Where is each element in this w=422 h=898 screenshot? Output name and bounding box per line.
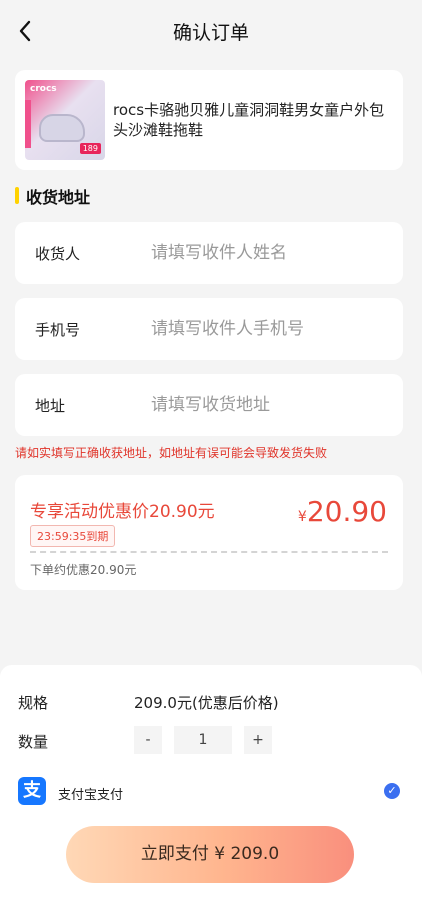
product-name: rocs卡骆驰贝雅儿童洞洞鞋男女童户外包头沙滩鞋拖鞋 [113, 101, 385, 139]
brand-logo-text: crocs [30, 84, 57, 94]
qty-plus-button[interactable]: + [244, 726, 272, 754]
promo-note: 下单约优惠20.90元 [30, 563, 137, 577]
promo-card: 专享活动优惠价20.90元 23:59:35到期 ¥20.90 下单约优惠20.… [15, 475, 403, 590]
receiver-name-input[interactable] [151, 236, 391, 270]
price-amount: 20.90 [306, 495, 387, 528]
promo-price: ¥20.90 [298, 495, 387, 528]
pay-now-button[interactable]: 立即支付 ¥ 209.0 [66, 826, 354, 883]
section-title-text: 收货地址 [26, 188, 91, 207]
phone-input[interactable] [151, 312, 391, 346]
dashed-divider [30, 551, 388, 553]
address-warning: 请如实填写正确收获地址，如地址有误可能会导致发货失败 [15, 446, 328, 460]
product-thumbnail: crocs 189 [25, 80, 105, 160]
promo-countdown: 23:59:35到期 [30, 525, 116, 547]
price-currency: ¥ [297, 509, 307, 525]
spec-value: 209.0元(优惠后价格) [134, 694, 279, 712]
promo-title: 专享活动优惠价20.90元 [30, 502, 215, 522]
page-title: 确认订单 [172, 22, 249, 44]
address-input[interactable] [151, 388, 391, 422]
address-field: 地址 [15, 374, 403, 436]
spec-label: 规格 [18, 694, 49, 712]
alipay-icon: 支 [18, 777, 46, 805]
phone-label: 手机号 [35, 321, 81, 339]
thumbnail-price-tag: 189 [79, 143, 101, 154]
receiver-name-field: 收货人 [15, 222, 403, 284]
thumbnail-strip [25, 100, 31, 148]
qty-value[interactable]: 1 [174, 726, 232, 754]
phone-field: 手机号 [15, 298, 403, 360]
qty-minus-button[interactable]: - [134, 726, 162, 754]
payment-method-label[interactable]: 支付宝支付 [58, 784, 123, 803]
address-label: 地址 [35, 397, 66, 415]
receiver-name-label: 收货人 [35, 245, 81, 263]
order-panel: 规格 209.0元(优惠后价格) 数量 - 1 + 支 支付宝支付 ✓ 立即支付… [0, 665, 422, 898]
product-card: crocs 189 rocs卡骆驰贝雅儿童洞洞鞋男女童户外包头沙滩鞋拖鞋 [15, 70, 403, 170]
section-accent-bar [15, 187, 19, 204]
payment-selected-check-icon[interactable]: ✓ [384, 783, 400, 799]
shoe-image [39, 114, 85, 142]
header-bar: 确认订单 [0, 0, 422, 60]
qty-label: 数量 [18, 733, 49, 751]
